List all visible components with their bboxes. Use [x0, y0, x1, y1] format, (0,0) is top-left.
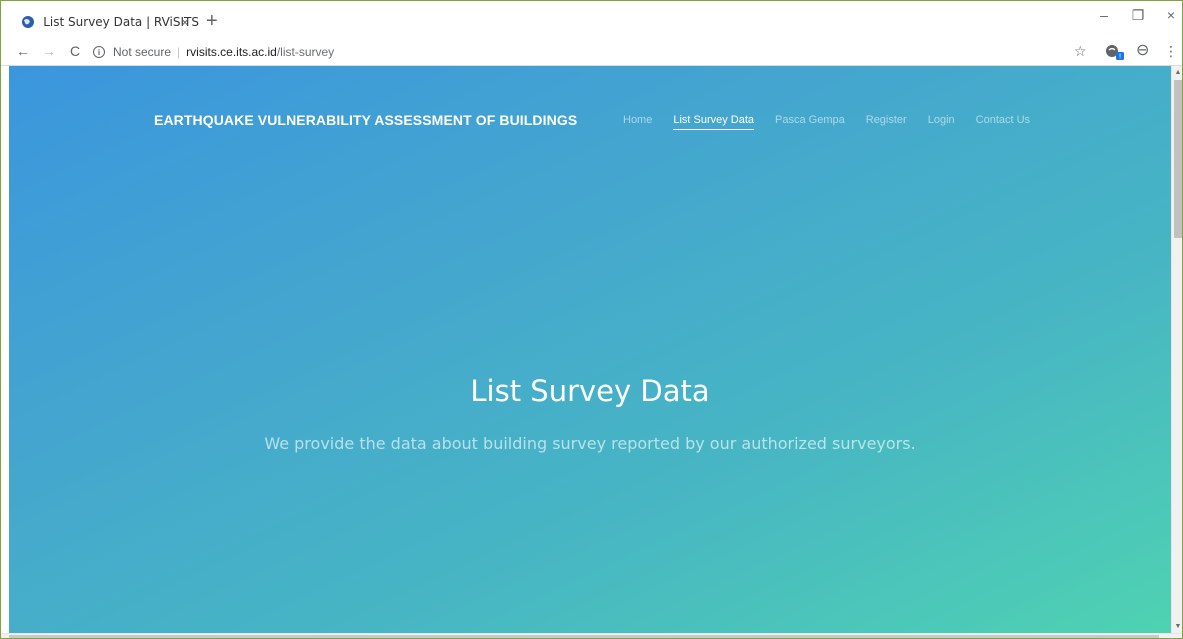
nav-pasca-gempa[interactable]: Pasca Gempa: [775, 114, 845, 130]
nav-login[interactable]: Login: [928, 114, 955, 130]
main-nav: Home List Survey Data Pasca Gempa Regist…: [623, 114, 1051, 130]
globe-icon: [21, 14, 35, 30]
forward-button[interactable]: →: [41, 43, 57, 59]
browser-window: List Survey Data | RViSITS × + – ❐ × ← →…: [0, 0, 1183, 639]
security-label: Not secure: [113, 45, 172, 59]
horizontal-scrollbar[interactable]: [1, 633, 1182, 638]
restore-icon[interactable]: ❐: [1128, 7, 1148, 24]
url-domain: rvisits.ce.its.ac.id: [186, 45, 277, 59]
page-hero: EARTHQUAKE VULNERABILITY ASSESSMENT OF B…: [9, 66, 1171, 633]
vertical-scroll-thumb[interactable]: [1174, 80, 1182, 238]
back-button[interactable]: ←: [15, 43, 31, 59]
url-separator: |: [177, 45, 181, 59]
vertical-scrollbar[interactable]: ▲ ▼: [1171, 66, 1182, 633]
bookmark-star-icon[interactable]: ☆: [1074, 42, 1087, 60]
nav-list-survey-data[interactable]: List Survey Data: [673, 114, 755, 130]
scroll-up-icon[interactable]: ▲: [1172, 69, 1182, 76]
new-tab-button[interactable]: +: [206, 11, 218, 31]
tab-title: List Survey Data | RViSITS: [43, 15, 199, 29]
active-tab[interactable]: List Survey Data | RViSITS ×: [9, 8, 199, 36]
nav-home[interactable]: Home: [623, 114, 652, 130]
info-icon[interactable]: i: [93, 46, 105, 58]
site-brand[interactable]: EARTHQUAKE VULNERABILITY ASSESSMENT OF B…: [154, 112, 577, 128]
menu-icon[interactable]: ⋮: [1164, 42, 1178, 60]
account-icon[interactable]: ⊖: [1136, 42, 1149, 60]
reload-button[interactable]: C: [67, 43, 83, 59]
close-tab-icon[interactable]: ×: [181, 14, 189, 30]
hero-title: List Survey Data: [470, 374, 710, 408]
window-close-icon[interactable]: ×: [1161, 7, 1181, 23]
svg-text:!: !: [1119, 53, 1122, 61]
horizontal-scroll-thumb[interactable]: [9, 635, 1159, 638]
scroll-down-icon[interactable]: ▼: [1172, 623, 1182, 630]
browser-toolbar: ← → C i Not secure | rvisits.ce.its.ac.i…: [1, 36, 1182, 66]
address-bar[interactable]: i Not secure | rvisits.ce.its.ac.id /lis…: [93, 42, 513, 62]
url-path: /list-survey: [276, 45, 335, 59]
extension-icon[interactable]: !: [1105, 43, 1125, 65]
hero-subtitle: We provide the data about building surve…: [264, 434, 916, 453]
nav-contact-us[interactable]: Contact Us: [976, 114, 1030, 130]
minimize-icon[interactable]: –: [1094, 7, 1114, 23]
nav-register[interactable]: Register: [866, 114, 907, 130]
tab-strip: List Survey Data | RViSITS × + – ❐ ×: [1, 1, 1182, 36]
